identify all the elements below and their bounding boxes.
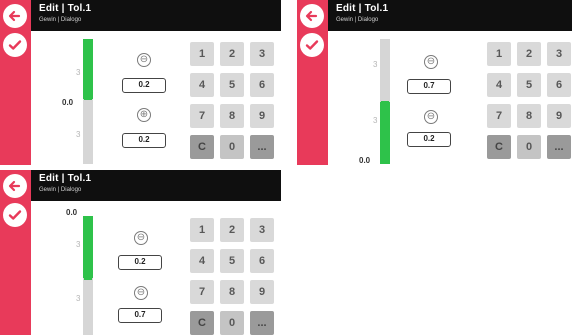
key-8[interactable]: 8: [220, 104, 244, 128]
tolerance-slider[interactable]: [380, 39, 390, 164]
upper-value-field[interactable]: 0.2: [118, 255, 162, 270]
back-arrow-icon: [305, 10, 318, 22]
confirm-button[interactable]: [3, 203, 27, 227]
slider-value-label: 0.0: [62, 98, 74, 107]
back-arrow-icon: [8, 180, 21, 192]
key-more[interactable]: ...: [250, 311, 274, 335]
slider-fill: [83, 39, 93, 99]
slider-tick-top: 3: [76, 68, 81, 77]
key-7[interactable]: 7: [190, 104, 214, 128]
tolerance-slider[interactable]: [83, 39, 93, 164]
key-4[interactable]: 4: [190, 73, 214, 97]
slider-handle[interactable]: [84, 277, 92, 280]
slider-tick-top: 3: [373, 60, 378, 69]
page-title: Edit | Tol.1: [336, 3, 389, 14]
checkmark-icon: [305, 40, 319, 50]
back-button[interactable]: [3, 174, 27, 198]
lower-value-field[interactable]: 0.7: [118, 308, 162, 323]
key-1[interactable]: 1: [190, 218, 214, 242]
key-5[interactable]: 5: [517, 73, 541, 97]
key-9[interactable]: 9: [547, 104, 571, 128]
back-button[interactable]: [300, 4, 324, 28]
key-2[interactable]: 2: [220, 218, 244, 242]
key-clear[interactable]: C: [190, 135, 214, 159]
confirm-button[interactable]: [3, 33, 27, 57]
lower-sign-button[interactable]: ⊕: [137, 108, 151, 122]
key-clear[interactable]: C: [487, 135, 511, 159]
key-7[interactable]: 7: [487, 104, 511, 128]
key-8[interactable]: 8: [517, 104, 541, 128]
editor-panel-1: Edit | Tol.1 Gewin | Dialogo 3 3 0.0 ⊖ 0…: [0, 0, 281, 165]
lower-value-field[interactable]: 0.2: [407, 132, 451, 147]
key-3[interactable]: 3: [250, 218, 274, 242]
slider-value-label: 0.0: [359, 156, 371, 165]
slider-handle[interactable]: [381, 101, 389, 104]
editor-panel-2: Edit | Tol.1 Gewin | Dialogo 3 3 0.0 ⊖ 0…: [297, 0, 572, 165]
key-6[interactable]: 6: [250, 249, 274, 273]
key-1[interactable]: 1: [190, 42, 214, 66]
slider-handle[interactable]: [84, 97, 92, 100]
slider-value-label: 0.0: [66, 208, 78, 217]
key-3[interactable]: 3: [250, 42, 274, 66]
tolerance-slider[interactable]: [83, 216, 93, 335]
slider-tick-top: 3: [76, 240, 81, 249]
checkmark-icon: [8, 210, 22, 220]
key-clear[interactable]: C: [190, 311, 214, 335]
back-button[interactable]: [3, 4, 27, 28]
breadcrumb: Gewin | Dialogo: [39, 187, 82, 193]
key-8[interactable]: 8: [220, 280, 244, 304]
key-more[interactable]: ...: [250, 135, 274, 159]
slider-fill: [83, 216, 93, 278]
checkmark-icon: [8, 40, 22, 50]
lower-sign-button[interactable]: ⊖: [134, 286, 148, 300]
upper-value-field[interactable]: 0.7: [407, 79, 451, 94]
key-0[interactable]: 0: [220, 311, 244, 335]
key-0[interactable]: 0: [220, 135, 244, 159]
slider-tick-bottom: 3: [76, 294, 81, 303]
key-0[interactable]: 0: [517, 135, 541, 159]
key-3[interactable]: 3: [547, 42, 571, 66]
header-bar: Edit | Tol.1 Gewin | Dialogo: [328, 0, 572, 31]
key-5[interactable]: 5: [220, 249, 244, 273]
header-bar: Edit | Tol.1 Gewin | Dialogo: [31, 0, 281, 31]
key-6[interactable]: 6: [250, 73, 274, 97]
upper-sign-button[interactable]: ⊖: [424, 55, 438, 69]
key-more[interactable]: ...: [547, 135, 571, 159]
side-toolbar: [297, 0, 328, 165]
lower-value-field[interactable]: 0.2: [122, 133, 166, 148]
upper-sign-button[interactable]: ⊖: [134, 231, 148, 245]
key-5[interactable]: 5: [220, 73, 244, 97]
upper-value-field[interactable]: 0.2: [122, 78, 166, 93]
key-9[interactable]: 9: [250, 104, 274, 128]
editor-panel-3: Edit | Tol.1 Gewin | Dialogo 3 3 0.0 ⊖ 0…: [0, 170, 281, 335]
slider-fill: [380, 102, 390, 164]
lower-sign-button[interactable]: ⊖: [424, 110, 438, 124]
key-1[interactable]: 1: [487, 42, 511, 66]
side-toolbar: [0, 170, 31, 335]
key-2[interactable]: 2: [220, 42, 244, 66]
upper-sign-button[interactable]: ⊖: [137, 53, 151, 67]
confirm-button[interactable]: [300, 33, 324, 57]
key-7[interactable]: 7: [190, 280, 214, 304]
page-title: Edit | Tol.1: [39, 173, 92, 184]
key-9[interactable]: 9: [250, 280, 274, 304]
breadcrumb: Gewin | Dialogo: [39, 17, 82, 23]
key-4[interactable]: 4: [487, 73, 511, 97]
key-6[interactable]: 6: [547, 73, 571, 97]
slider-tick-bottom: 3: [373, 116, 378, 125]
key-2[interactable]: 2: [517, 42, 541, 66]
back-arrow-icon: [8, 10, 21, 22]
key-4[interactable]: 4: [190, 249, 214, 273]
side-toolbar: [0, 0, 31, 165]
breadcrumb: Gewin | Dialogo: [336, 17, 379, 23]
page-title: Edit | Tol.1: [39, 3, 92, 14]
slider-tick-bottom: 3: [76, 130, 81, 139]
header-bar: Edit | Tol.1 Gewin | Dialogo: [31, 170, 281, 201]
